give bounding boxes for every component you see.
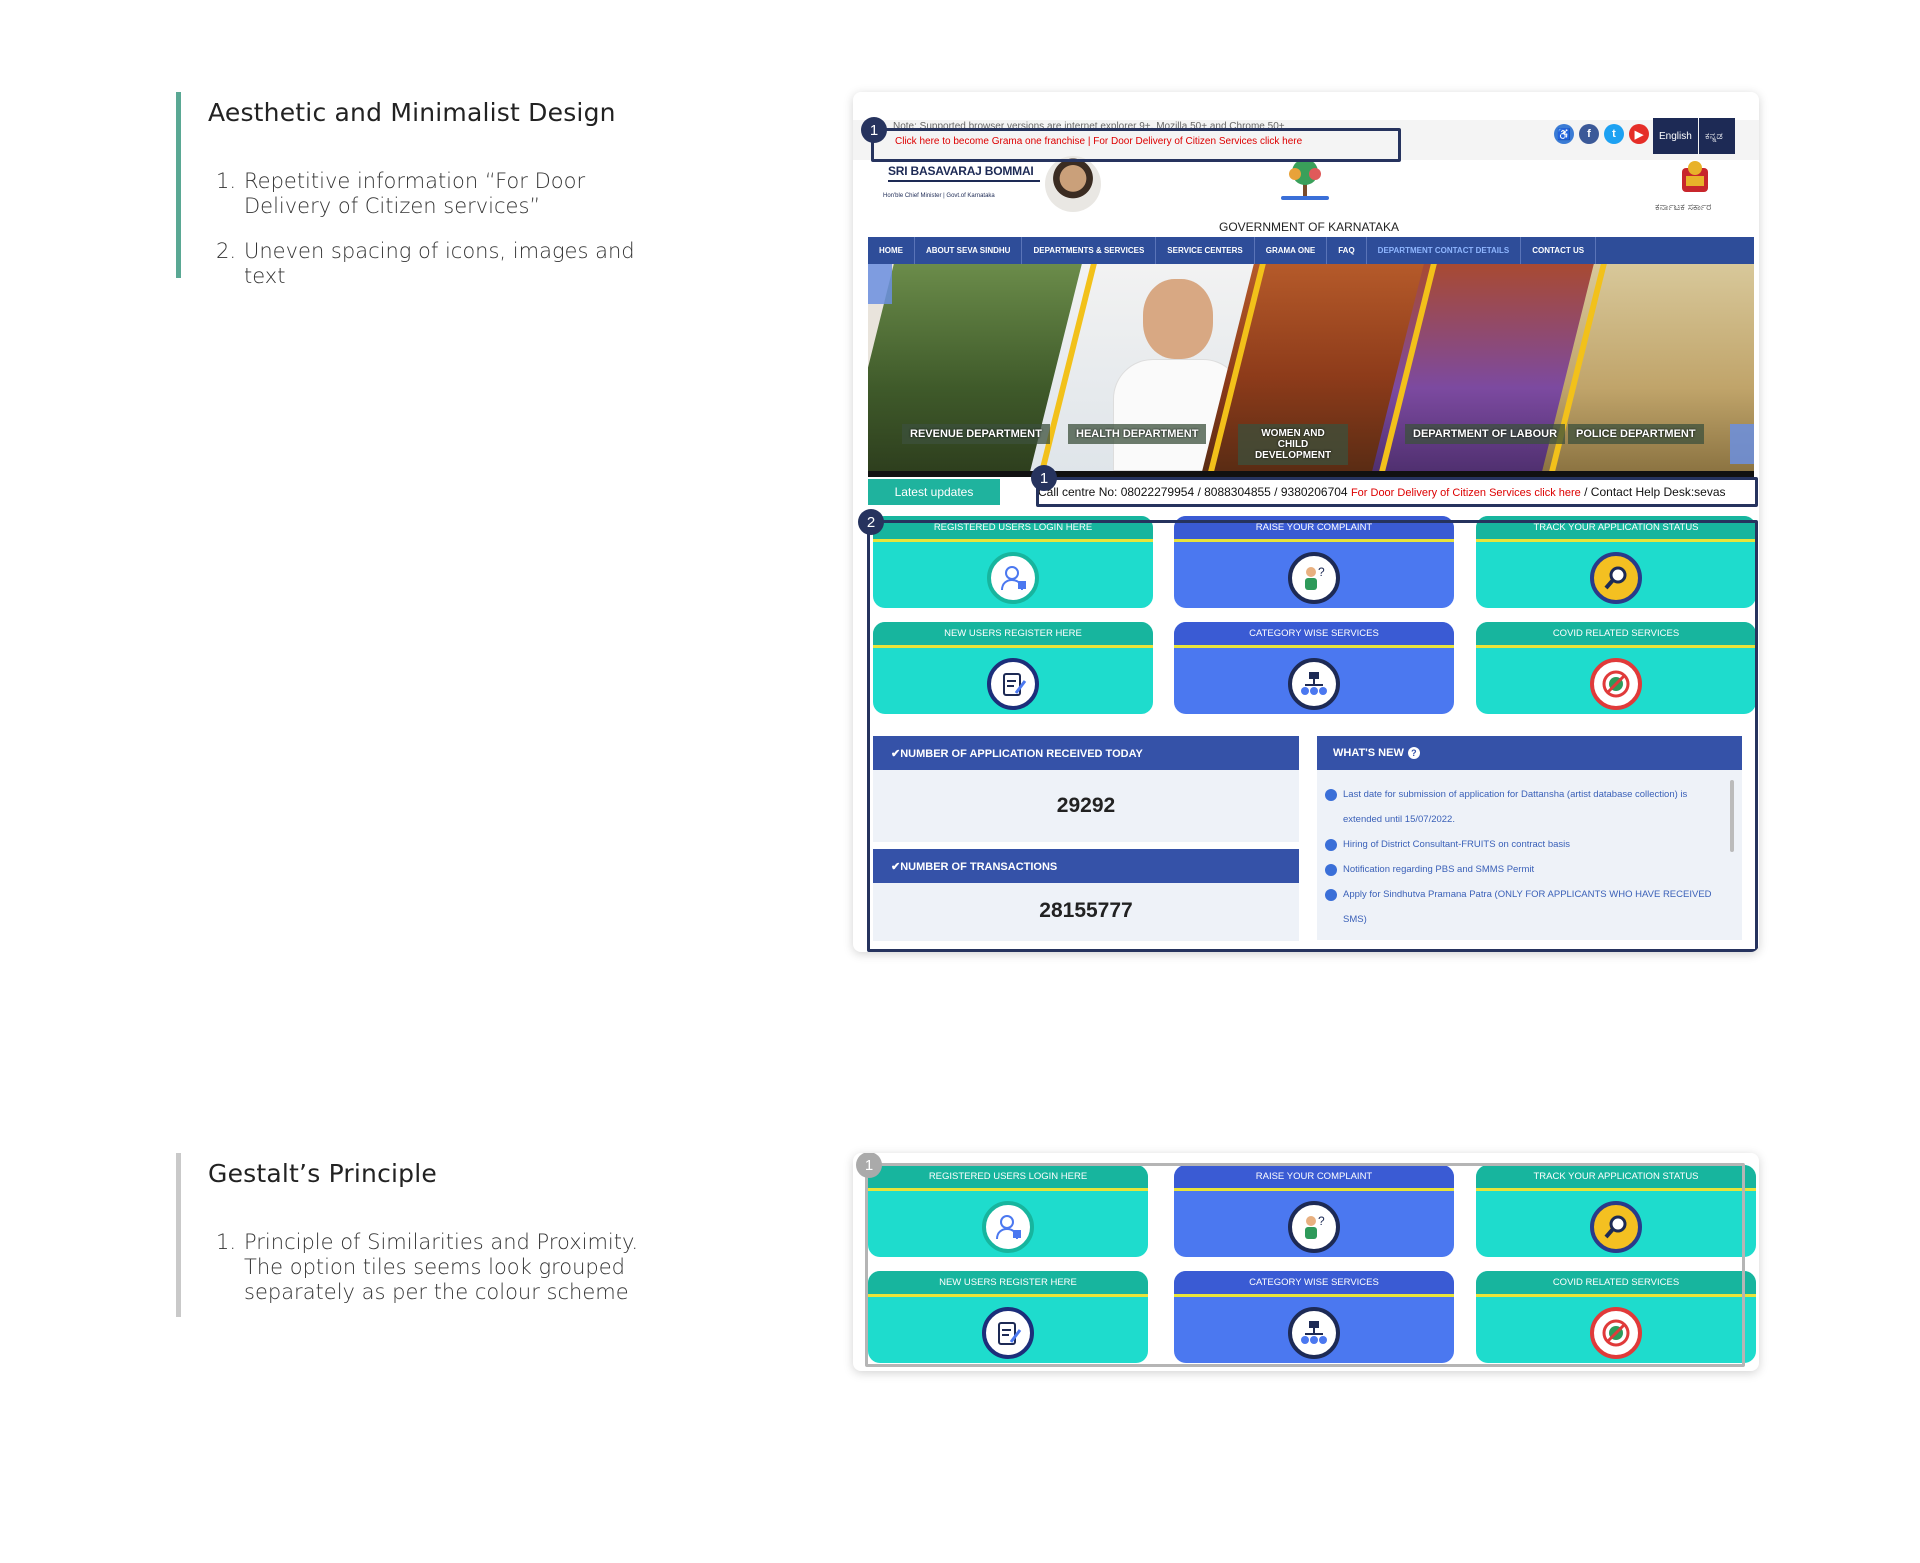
karnataka-emblem: [1670, 158, 1720, 198]
latest-updates-label: Latest updates: [868, 479, 1000, 505]
highlight-box: [865, 1163, 1745, 1367]
banner-label-revenue[interactable]: REVENUE DEPARTMENT: [902, 424, 1050, 444]
cm-portrait: [1045, 156, 1101, 212]
main-nav: HOME ABOUT SEVA SINDHU DEPARTMENTS & SER…: [868, 237, 1754, 264]
banner-label-police[interactable]: POLICE DEPARTMENT: [1568, 424, 1704, 444]
note-gestalt: Gestalt’s Principle 1. Principle of Simil…: [176, 1153, 736, 1317]
gov-title: GOVERNMENT OF KARNATAKA: [1219, 220, 1400, 234]
lang-kannada-button[interactable]: ಕನ್ನಡ: [1699, 118, 1735, 154]
banner-label-labour[interactable]: DEPARTMENT OF LABOUR: [1405, 424, 1566, 444]
nav-department-contact[interactable]: DEPARTMENT CONTACT DETAILS: [1367, 237, 1522, 264]
nav-contact-us[interactable]: CONTACT US: [1521, 237, 1597, 264]
emblem-caption: ಕರ್ನಾಟಕ ಸರ್ಕಾರ: [1655, 202, 1712, 213]
accessibility-icon[interactable]: ♿: [1554, 124, 1574, 144]
highlight-box: [867, 520, 1758, 952]
marker-badge: 2: [858, 509, 884, 535]
facebook-icon[interactable]: f: [1579, 124, 1599, 144]
list-item: 1. Principle of Similarities and Proximit…: [215, 1230, 639, 1304]
department-banner: REVENUE DEPARTMENT HEALTH DEPARTMENT WOM…: [868, 264, 1754, 471]
cm-name: SRI BASAVARAJ BOMMAI: [888, 164, 1034, 178]
banner-label-women[interactable]: WOMEN AND CHILD DEVELOPMENT: [1238, 424, 1348, 465]
note-title: Gestalt’s Principle: [208, 1159, 437, 1188]
accent-bar: [176, 1153, 181, 1317]
banner-prev-button[interactable]: [868, 264, 892, 304]
marker-badge: 1: [1031, 465, 1057, 491]
nav-service-centers[interactable]: SERVICE CENTERS: [1156, 237, 1255, 264]
banner-label-health[interactable]: HEALTH DEPARTMENT: [1068, 424, 1207, 444]
note-title: Aesthetic and Minimalist Design: [208, 98, 616, 127]
note-aesthetic: Aesthetic and Minimalist Design 1. Repeti…: [176, 92, 736, 288]
twitter-icon[interactable]: t: [1604, 124, 1624, 144]
cm-title: Hon'ble Chief Minister | Govt.of Karnata…: [883, 193, 995, 199]
note-list: 1. Repetitive information “For Door Deliv…: [208, 169, 736, 289]
banner-next-button[interactable]: [1730, 424, 1754, 464]
list-item: 1. Repetitive information “For Door Deliv…: [215, 169, 586, 218]
nav-faq[interactable]: FAQ: [1327, 237, 1367, 264]
seva-sindhu-screenshot: Note: Supported browser versions are int…: [853, 92, 1759, 952]
marker-badge: 1: [856, 1153, 882, 1178]
nav-grama-one[interactable]: GRAMA ONE: [1255, 237, 1328, 264]
marker-badge: 1: [861, 117, 887, 143]
highlight-box: [1036, 477, 1758, 507]
youtube-icon[interactable]: ▶: [1629, 124, 1649, 144]
note-list: 1. Principle of Similarities and Proximit…: [208, 1230, 736, 1305]
list-item: 2. Uneven spacing of icons, images and te…: [215, 239, 635, 288]
tiles-screenshot: REGISTERED USERS LOGIN HERE RAISE YOUR C…: [853, 1153, 1759, 1371]
nav-departments[interactable]: DEPARTMENTS & SERVICES: [1022, 237, 1157, 264]
nav-home[interactable]: HOME: [868, 237, 915, 264]
accent-bar: [176, 92, 181, 278]
nav-about[interactable]: ABOUT SEVA SINDHU: [915, 237, 1023, 264]
cm-underline: [888, 180, 1040, 182]
highlight-box: [871, 128, 1401, 162]
doctor-head: [1143, 279, 1213, 359]
lang-english-button[interactable]: English: [1653, 118, 1698, 154]
